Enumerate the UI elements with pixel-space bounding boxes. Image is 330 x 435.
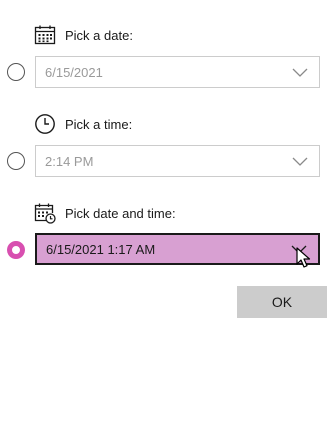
time-label: Pick a time: bbox=[65, 116, 133, 132]
calendar-icon bbox=[34, 24, 56, 46]
datetime-picker-value: 6/15/2021 1:17 AM bbox=[46, 241, 156, 257]
date-label: Pick a date: bbox=[65, 27, 133, 43]
clock-icon bbox=[34, 113, 56, 135]
time-radio[interactable] bbox=[7, 152, 25, 170]
datetime-picker[interactable]: 6/15/2021 1:17 AM bbox=[35, 233, 320, 265]
chevron-down-icon bbox=[292, 157, 308, 166]
time-picker-value: 2:14 PM bbox=[45, 153, 94, 169]
datetime-label-row: Pick date and time: bbox=[34, 202, 176, 224]
date-picker-value: 6/15/2021 bbox=[45, 64, 103, 80]
ok-button[interactable]: OK bbox=[237, 286, 327, 318]
date-picker[interactable]: 6/15/2021 bbox=[35, 56, 320, 88]
date-radio[interactable] bbox=[7, 63, 25, 81]
datetime-radio[interactable] bbox=[7, 241, 25, 259]
calendar-clock-icon bbox=[34, 202, 56, 224]
datetime-label: Pick date and time: bbox=[65, 205, 176, 221]
date-label-row: Pick a date: bbox=[34, 24, 133, 46]
mouse-cursor-icon bbox=[296, 247, 311, 268]
chevron-down-icon bbox=[292, 68, 308, 77]
time-picker[interactable]: 2:14 PM bbox=[35, 145, 320, 177]
time-label-row: Pick a time: bbox=[34, 113, 132, 135]
